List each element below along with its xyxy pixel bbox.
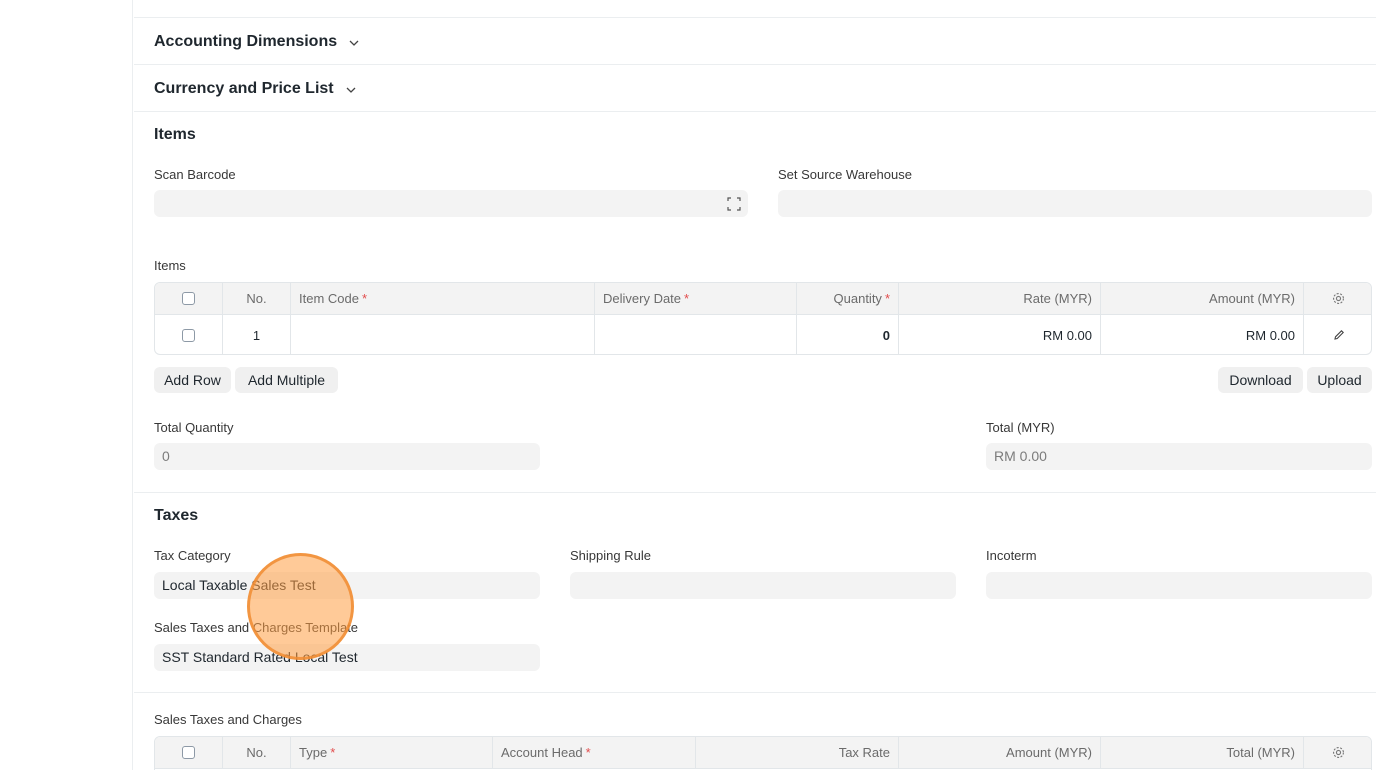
scan-barcode-label: Scan Barcode xyxy=(154,167,236,182)
col-account-head-label: Account Head xyxy=(501,745,583,760)
col-item-code-label: Item Code xyxy=(299,291,359,306)
total-quantity-label: Total Quantity xyxy=(154,420,234,435)
col-tax-rate[interactable]: Tax Rate xyxy=(696,737,899,768)
tax-category-input[interactable]: Local Taxable Sales Test xyxy=(154,572,540,599)
row-select-cell xyxy=(155,315,223,354)
tax-category-label: Tax Category xyxy=(154,548,231,563)
col-quantity-label: Quantity xyxy=(833,291,882,306)
items-table: No. Item Code * Delivery Date * Quantity * … xyxy=(154,282,1372,355)
taxes-section-divider xyxy=(134,492,1376,493)
col-item-code[interactable]: Item Code * xyxy=(291,283,595,314)
section-title: Currency and Price List xyxy=(154,80,334,97)
items-table-header: No. Item Code * Delivery Date * Quantity * … xyxy=(155,283,1371,315)
row-edit-cell[interactable] xyxy=(1304,315,1371,354)
row-no: 1 xyxy=(223,315,291,354)
column-settings-cell[interactable] xyxy=(1304,737,1371,768)
chevron-down-icon[interactable] xyxy=(345,84,357,96)
add-row-button[interactable]: Add Row xyxy=(154,367,231,393)
taxes-template-label: Sales Taxes and Charges Template xyxy=(154,620,359,635)
set-source-warehouse-input[interactable] xyxy=(778,190,1372,217)
select-all-cell xyxy=(155,283,223,314)
taxes-template-input[interactable]: SST Standard Rated Local Test xyxy=(154,644,540,671)
required-marker: * xyxy=(884,291,890,306)
table-row[interactable]: 1 0 RM 0.00 RM 0.00 xyxy=(155,315,1371,354)
row-checkbox[interactable] xyxy=(182,328,195,342)
shipping-rule-input[interactable] xyxy=(570,572,956,599)
set-source-warehouse-label: Set Source Warehouse xyxy=(778,167,912,182)
section-title: Accounting Dimensions xyxy=(154,33,338,50)
taxes-section-title: Taxes xyxy=(154,507,199,524)
total-quantity-field: 0 xyxy=(154,443,540,470)
select-all-checkbox[interactable] xyxy=(182,746,195,759)
col-total[interactable]: Total (MYR) xyxy=(1101,737,1304,768)
select-all-cell xyxy=(155,737,223,768)
accounting-dimensions-section[interactable]: Accounting Dimensions xyxy=(134,17,1376,65)
barcode-scan-icon[interactable] xyxy=(727,197,741,211)
sales-taxes-charges-table: No. Type * Account Head * Tax Rate Amount … xyxy=(154,736,1372,770)
sales-taxes-charges-label: Sales Taxes and Charges xyxy=(154,712,302,727)
col-type-label: Type xyxy=(299,745,328,760)
charges-divider xyxy=(134,692,1376,693)
row-quantity[interactable]: 0 xyxy=(797,315,899,354)
select-all-checkbox[interactable] xyxy=(182,292,195,305)
row-delivery-date[interactable] xyxy=(595,315,797,354)
col-delivery-date[interactable]: Delivery Date * xyxy=(595,283,797,314)
items-section-divider xyxy=(134,111,1376,112)
col-amount[interactable]: Amount (MYR) xyxy=(899,737,1101,768)
col-type[interactable]: Type * xyxy=(291,737,493,768)
shipping-rule-label: Shipping Rule xyxy=(570,548,651,563)
required-marker: * xyxy=(585,745,591,760)
add-multiple-button[interactable]: Add Multiple xyxy=(235,367,338,393)
scan-barcode-input[interactable] xyxy=(154,190,748,217)
required-marker: * xyxy=(684,291,690,306)
col-amount[interactable]: Amount (MYR) xyxy=(1101,283,1304,314)
col-delivery-date-label: Delivery Date xyxy=(603,291,682,306)
required-marker: * xyxy=(330,745,336,760)
gear-icon[interactable] xyxy=(1332,746,1345,759)
left-sidebar-gutter xyxy=(0,0,133,770)
col-no: No. xyxy=(223,737,291,768)
currency-price-list-section[interactable]: Currency and Price List xyxy=(134,64,1376,112)
incoterm-label: Incoterm xyxy=(986,548,1037,563)
incoterm-input[interactable] xyxy=(986,572,1372,599)
items-table-label: Items xyxy=(154,258,186,273)
charges-table-header: No. Type * Account Head * Tax Rate Amount … xyxy=(155,737,1371,769)
sales-order-form: Accounting Dimensions Currency and Price… xyxy=(134,0,1376,770)
row-amount: RM 0.00 xyxy=(1101,315,1304,354)
col-account-head[interactable]: Account Head * xyxy=(493,737,696,768)
upload-button[interactable]: Upload xyxy=(1307,367,1372,393)
gear-icon[interactable] xyxy=(1332,292,1345,305)
column-settings-cell[interactable] xyxy=(1304,283,1371,314)
col-quantity[interactable]: Quantity * xyxy=(797,283,899,314)
pencil-icon[interactable] xyxy=(1333,329,1345,341)
col-no: No. xyxy=(223,283,291,314)
row-rate[interactable]: RM 0.00 xyxy=(899,315,1101,354)
chevron-down-icon[interactable] xyxy=(348,37,360,49)
row-item-code[interactable] xyxy=(291,315,595,354)
total-label: Total (MYR) xyxy=(986,420,1055,435)
total-field: RM 0.00 xyxy=(986,443,1372,470)
items-section-title: Items xyxy=(154,126,196,143)
required-marker: * xyxy=(361,291,368,306)
download-button[interactable]: Download xyxy=(1218,367,1303,393)
col-rate[interactable]: Rate (MYR) xyxy=(899,283,1101,314)
